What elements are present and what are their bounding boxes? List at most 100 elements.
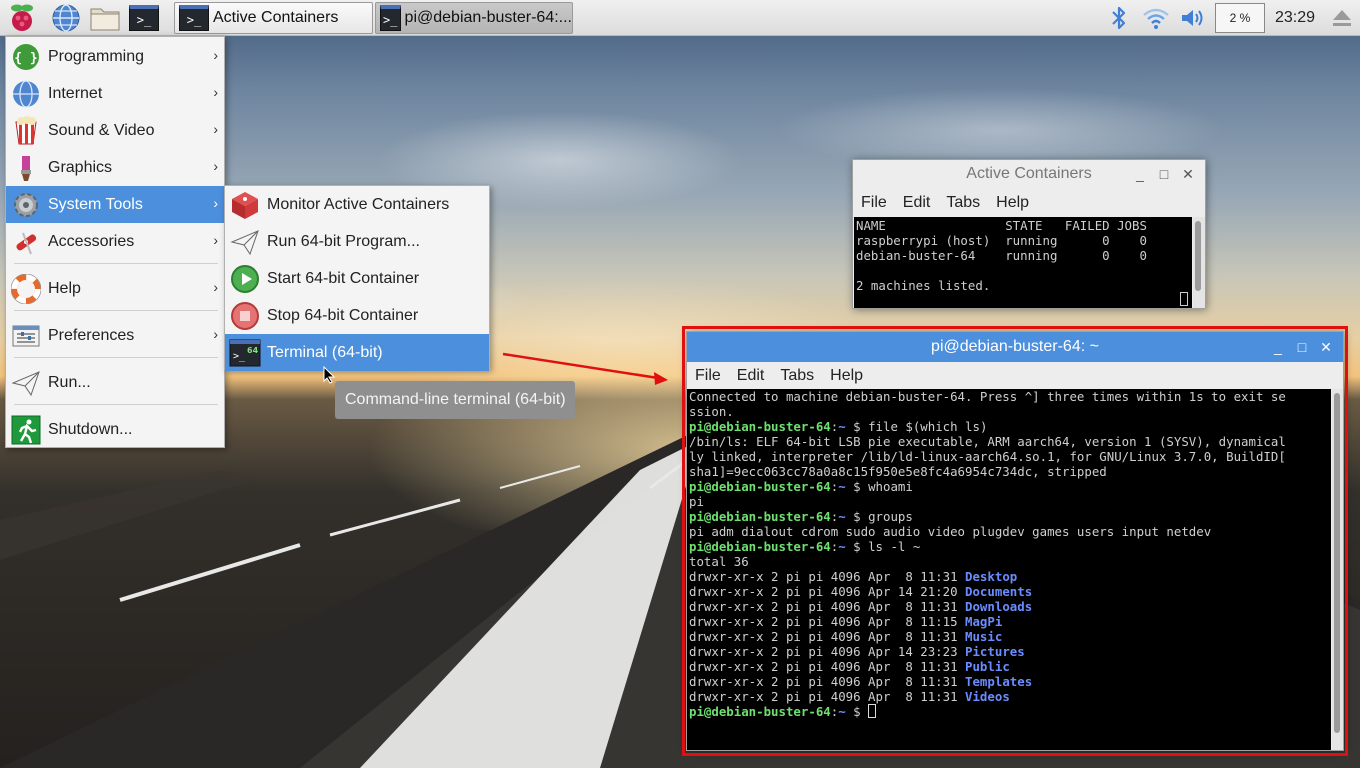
terminal-line: NAME STATE FAILED JOBS <box>856 218 1147 233</box>
submenu-item-stop-64-bit-container[interactable]: Stop 64-bit Container <box>225 297 489 334</box>
submenu-arrow-icon: › <box>213 84 218 100</box>
annotation-highlight-box <box>682 326 1348 756</box>
menu-separator <box>14 404 218 405</box>
terminal-icon: >_ <box>380 5 401 31</box>
menu-help[interactable]: Help <box>996 194 1029 212</box>
menu-separator <box>14 263 218 264</box>
help-lifebuoy-icon <box>10 273 42 305</box>
svg-text:64: 64 <box>247 346 259 355</box>
menu-item-graphics[interactable]: Graphics › <box>6 149 224 186</box>
menu-item-help[interactable]: Help › <box>6 270 224 307</box>
preferences-icon <box>10 320 42 352</box>
menu-item-label: Terminal (64-bit) <box>267 343 383 361</box>
menu-separator <box>14 310 218 311</box>
task-label: Active Containers <box>213 9 339 26</box>
web-browser-icon[interactable] <box>50 2 82 34</box>
submenu-arrow-icon: › <box>213 47 218 63</box>
submenu-arrow-icon: › <box>213 195 218 211</box>
submenu-arrow-icon: › <box>213 232 218 248</box>
svg-text:>_: >_ <box>233 351 246 362</box>
menu-item-label: Stop 64-bit Container <box>267 306 419 324</box>
menu-edit[interactable]: Edit <box>903 194 931 212</box>
menu-item-sound-video[interactable]: Sound & Video › <box>6 112 224 149</box>
terminal-cursor <box>1180 292 1188 306</box>
submenu-arrow-icon: › <box>213 279 218 295</box>
terminal-64-icon: >_ 64 <box>229 337 261 369</box>
graphics-brush-icon <box>10 152 42 184</box>
taskbar-task-active-containers[interactable]: >_ Active Containers <box>174 2 373 34</box>
menu-item-label: Internet <box>48 84 103 102</box>
menu-item-label: Sound & Video <box>48 121 155 139</box>
menu-item-label: System Tools <box>48 195 143 213</box>
submenu-arrow-icon: › <box>213 121 218 137</box>
menu-item-label: Shutdown... <box>48 420 133 438</box>
menu-tabs[interactable]: Tabs <box>946 194 980 212</box>
window-title: Active Containers <box>966 165 1092 182</box>
gear-icon <box>10 189 42 221</box>
cpu-usage-value: 2 % <box>1229 11 1251 25</box>
menu-item-label: Monitor Active Containers <box>267 195 450 213</box>
minimize-icon[interactable]: _ <box>1131 165 1149 183</box>
system-tools-submenu: Monitor Active Containers Run 64-bit Pro… <box>224 185 490 371</box>
menu-item-label: Preferences <box>48 326 135 344</box>
menu-item-system-tools[interactable]: System Tools › <box>6 186 224 223</box>
scrollbar-thumb[interactable] <box>1195 221 1201 291</box>
container-box-icon <box>229 189 261 221</box>
wifi-icon[interactable] <box>1140 2 1172 34</box>
cpu-usage-monitor[interactable]: 2 % <box>1215 3 1265 33</box>
menu-item-label: Help <box>48 279 81 297</box>
submenu-item-terminal-64-bit[interactable]: >_ 64 Terminal (64-bit) <box>225 334 489 371</box>
svg-text:{ }: { } <box>14 51 37 66</box>
play-icon <box>229 263 261 295</box>
menu-item-label: Run 64-bit Program... <box>267 232 420 250</box>
terminal-icon[interactable]: >_ <box>128 2 160 34</box>
internet-globe-icon <box>10 78 42 110</box>
menu-item-accessories[interactable]: Accessories › <box>6 223 224 260</box>
run-plane-icon <box>229 226 261 258</box>
terminal-line: raspberrypi (host) running 0 0 <box>856 233 1147 248</box>
menu-item-label: Start 64-bit Container <box>267 269 420 287</box>
close-icon[interactable]: ✕ <box>1179 165 1197 183</box>
menu-item-label: Programming <box>48 47 145 65</box>
menu-item-internet[interactable]: Internet › <box>6 75 224 112</box>
raspberry-menu-icon[interactable] <box>6 2 38 34</box>
window-menubar: File Edit Tabs Help <box>853 189 1205 217</box>
application-menu: { } Programming › Internet › Sound & Vid… <box>5 36 225 448</box>
menu-item-label: Run... <box>48 373 91 391</box>
terminal-icon: >_ <box>179 5 209 31</box>
task-label: pi@debian-buster-64:... <box>404 9 572 26</box>
window-titlebar[interactable]: Active Containers _ □ ✕ <box>853 160 1205 188</box>
terminal-line: debian-buster-64 running 0 0 <box>856 248 1147 263</box>
submenu-arrow-icon: › <box>213 326 218 342</box>
menu-separator <box>14 357 218 358</box>
eject-icon[interactable] <box>1326 2 1358 34</box>
menu-item-programming[interactable]: { } Programming › <box>6 38 224 75</box>
menu-item-preferences[interactable]: Preferences › <box>6 317 224 354</box>
bluetooth-icon[interactable] <box>1103 2 1135 34</box>
file-manager-icon[interactable] <box>89 2 121 34</box>
active-containers-window: Active Containers _ □ ✕ File Edit Tabs H… <box>852 159 1206 309</box>
run-plane-icon <box>10 367 42 399</box>
menu-item-shutdown[interactable]: Shutdown... <box>6 411 224 448</box>
scrollbar[interactable] <box>1193 217 1205 308</box>
maximize-icon[interactable]: □ <box>1155 165 1173 183</box>
submenu-item-start-64-bit-container[interactable]: Start 64-bit Container <box>225 260 489 297</box>
tooltip: Command-line terminal (64-bit) <box>335 381 575 419</box>
menu-file[interactable]: File <box>861 194 887 212</box>
terminal-line: 2 machines listed. <box>856 278 991 293</box>
submenu-arrow-icon: › <box>213 158 218 174</box>
terminal-output[interactable]: NAME STATE FAILED JOBS raspberrypi (host)… <box>854 217 1192 308</box>
submenu-item-run-64-bit-program[interactable]: Run 64-bit Program... <box>225 223 489 260</box>
submenu-item-monitor-active-containers[interactable]: Monitor Active Containers <box>225 186 489 223</box>
sound-video-icon <box>10 115 42 147</box>
menu-item-run[interactable]: Run... <box>6 364 224 401</box>
menu-item-label: Graphics <box>48 158 113 176</box>
mouse-cursor-icon <box>323 366 335 384</box>
volume-icon[interactable] <box>1177 2 1209 34</box>
taskbar-task-terminal[interactable]: >_ pi@debian-buster-64:... <box>375 2 573 34</box>
taskbar-clock[interactable]: 23:29 <box>1275 9 1315 27</box>
accessories-icon <box>10 226 42 258</box>
shutdown-exit-icon <box>10 414 42 446</box>
menu-item-label: Accessories <box>48 232 135 250</box>
